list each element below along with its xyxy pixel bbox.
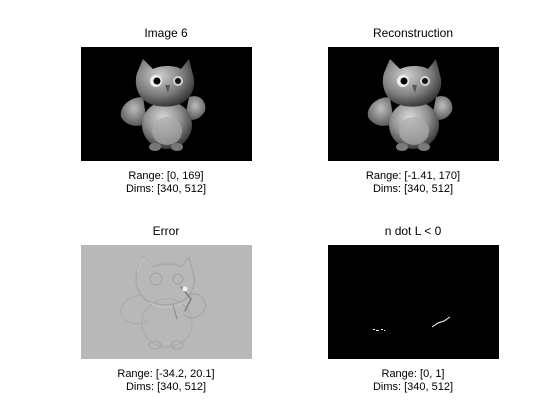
panel-caption-n-dot-l: Range: [0, 1] Dims: [340, 512] [293, 368, 533, 394]
dims-label: Dims: [340, 512] [125, 183, 207, 195]
reconstruction-image [328, 47, 499, 161]
range-label: Range: [0, 169] [128, 170, 204, 182]
range-label: Range: [-34.2, 20.1] [117, 368, 215, 380]
panel-caption-reconstruction: Range: [-1.41, 170] Dims: [340, 512] [293, 170, 533, 196]
panel-title-n-dot-l: n dot L < 0 [384, 224, 442, 238]
mask-image [328, 245, 499, 359]
dims-label: Dims: [340, 512] [125, 381, 207, 393]
panel-caption-image-6: Range: [0, 169] Dims: [340, 512] [46, 170, 286, 196]
panel-caption-error: Range: [-34.2, 20.1] Dims: [340, 512] [46, 368, 286, 394]
range-label: Range: [0, 1] [381, 368, 445, 380]
original-image [81, 47, 252, 161]
dims-label: Dims: [340, 512] [372, 381, 454, 393]
panel-title-reconstruction: Reconstruction [372, 26, 454, 40]
error-highlight [182, 286, 188, 292]
range-label: Range: [-1.41, 170] [365, 170, 461, 182]
error-image [81, 245, 252, 359]
dims-label: Dims: [340, 512] [372, 183, 454, 195]
panel-title-image-6: Image 6 [144, 26, 188, 40]
panel-title-error: Error [152, 224, 180, 238]
